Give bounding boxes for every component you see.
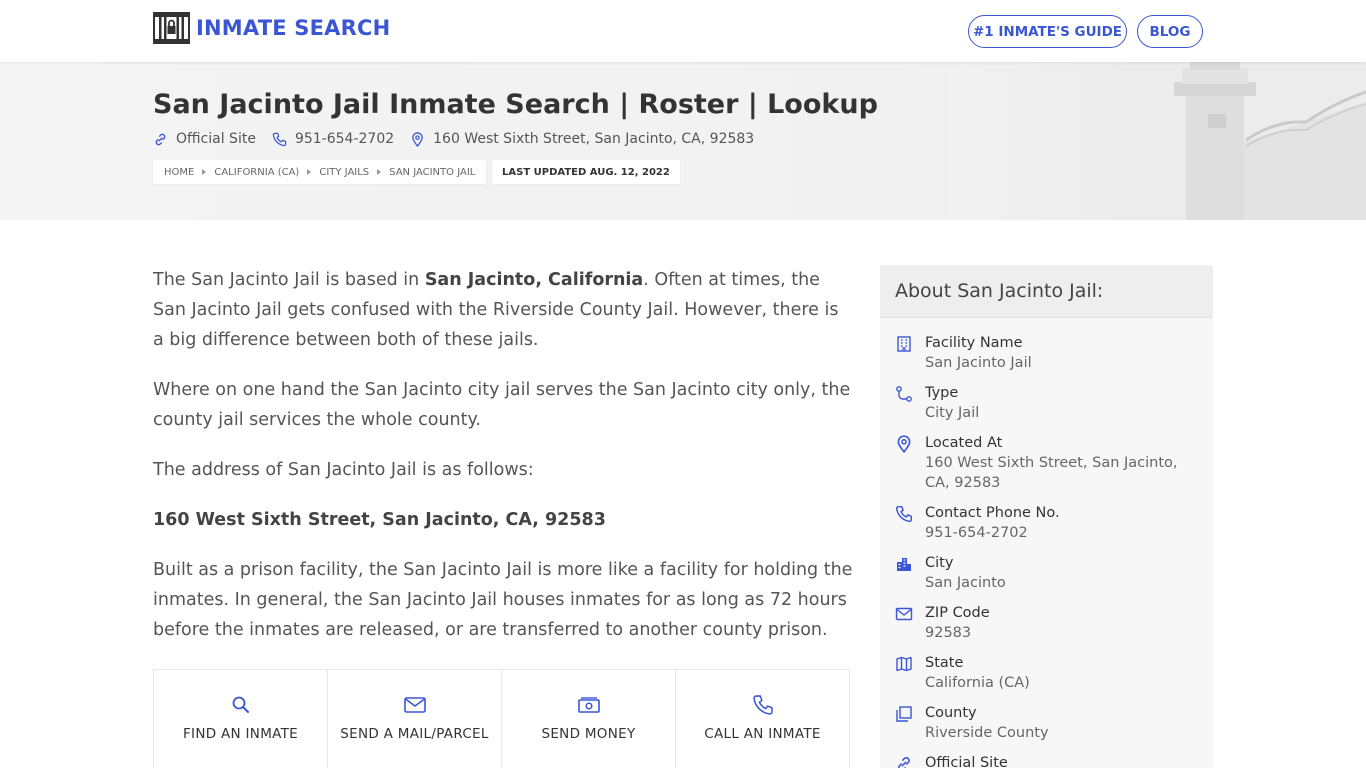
info-label: County xyxy=(925,705,977,721)
page-title: San Jacinto Jail Inmate Search | Roster … xyxy=(153,89,878,120)
page-hero: San Jacinto Jail Inmate Search | Roster … xyxy=(0,62,1366,220)
breadcrumb-separator-icon xyxy=(202,169,207,175)
action-cards: FIND AN INMATE SEND A MAIL/PARCEL SEND M… xyxy=(153,669,850,768)
phone-number: 951-654-2702 xyxy=(294,131,395,147)
info-value: 92583 xyxy=(925,625,972,641)
info-label: State xyxy=(925,655,964,671)
info-city: City San Jacinto xyxy=(895,553,1205,593)
info-value: Riverside County xyxy=(925,725,1049,741)
copy-icon xyxy=(896,706,912,722)
official-site-label: Official Site xyxy=(176,131,256,147)
intro-text-a: The San Jacinto Jail is based in xyxy=(153,270,425,290)
logo-text: INMATE SEARCH xyxy=(196,16,391,40)
envelope-icon xyxy=(895,607,913,621)
official-site-link[interactable]: Official Site xyxy=(153,131,256,147)
jail-logo-icon xyxy=(153,12,190,44)
find-inmate-card[interactable]: FIND AN INMATE xyxy=(154,670,328,768)
call-inmate-card[interactable]: CALL AN INMATE xyxy=(676,670,849,768)
info-state: State California (CA) xyxy=(895,653,1205,693)
info-value: San Jacinto xyxy=(925,575,1006,591)
site-logo[interactable]: INMATE SEARCH xyxy=(153,12,390,44)
facility-meta-row: Official Site 951-654-2702 160 West Sixt… xyxy=(153,131,770,147)
last-updated-badge: LAST UPDATED AUG. 12, 2022 xyxy=(492,160,680,184)
info-facility-name: Facility Name San Jacinto Jail xyxy=(895,333,1205,373)
route-icon xyxy=(896,386,912,402)
address-text: 160 West Sixth Street, San Jacinto, CA, … xyxy=(433,131,755,147)
info-label: ZIP Code xyxy=(925,605,990,621)
info-label: City xyxy=(925,555,954,571)
call-inmate-label: CALL AN INMATE xyxy=(704,726,821,742)
info-label: Official Site xyxy=(925,755,1008,768)
address-paragraph: 160 West Sixth Street, San Jacinto, CA, … xyxy=(153,505,853,535)
article-body: The San Jacinto Jail is based in San Jac… xyxy=(153,265,853,665)
breadcrumb-separator-icon xyxy=(377,169,382,175)
top-navbar: INMATE SEARCH #1 INMATE'S GUIDE BLOG xyxy=(0,0,1366,62)
breadcrumb-city-jails[interactable]: CITY JAILS xyxy=(319,167,369,178)
breadcrumb-separator-icon xyxy=(307,169,312,175)
blog-button[interactable]: BLOG xyxy=(1137,15,1203,48)
money-icon xyxy=(577,697,600,713)
info-label: Facility Name xyxy=(925,335,1023,351)
inmates-guide-button[interactable]: #1 INMATE'S GUIDE xyxy=(968,15,1127,48)
info-official-site[interactable]: Official Site xyxy=(895,753,1205,768)
breadcrumb-california[interactable]: CALIFORNIA (CA) xyxy=(214,167,299,178)
info-label: Type xyxy=(925,385,959,401)
map-pin-icon xyxy=(897,435,911,454)
phone-link[interactable]: 951-654-2702 xyxy=(272,131,394,147)
info-county: County Riverside County xyxy=(895,703,1205,743)
address-link[interactable]: 160 West Sixth Street, San Jacinto, CA, … xyxy=(410,131,754,147)
send-money-card[interactable]: SEND MONEY xyxy=(502,670,676,768)
phone-icon xyxy=(272,132,287,146)
send-mail-label: SEND A MAIL/PARCEL xyxy=(340,726,489,742)
address-bold: 160 West Sixth Street, San Jacinto, CA, … xyxy=(153,510,606,530)
prison-tower-image xyxy=(946,62,1366,220)
send-mail-card[interactable]: SEND A MAIL/PARCEL xyxy=(328,670,502,768)
info-value: 951-654-2702 xyxy=(925,525,1028,541)
info-type: Type City Jail xyxy=(895,383,1205,423)
breadcrumb-home[interactable]: HOME xyxy=(164,167,194,178)
breadcrumb: HOME CALIFORNIA (CA) CITY JAILS SAN JACI… xyxy=(153,160,487,184)
breadcrumb-san-jacinto-jail[interactable]: SAN JACINTO JAIL xyxy=(389,167,475,178)
find-inmate-label: FIND AN INMATE xyxy=(182,726,299,742)
info-zip-code: ZIP Code 92583 xyxy=(895,603,1205,643)
info-value: City Jail xyxy=(925,405,980,421)
intro-location-bold: San Jacinto, California xyxy=(424,270,644,290)
info-label: Located At xyxy=(925,435,1003,451)
info-value: 160 West Sixth Street, San Jacinto, CA, … xyxy=(925,455,1178,491)
info-value: California (CA) xyxy=(925,675,1030,691)
intro-paragraph: The San Jacinto Jail is based in San Jac… xyxy=(153,265,853,355)
phone-icon xyxy=(895,505,913,523)
mail-icon xyxy=(403,697,426,713)
building-icon xyxy=(897,336,911,352)
comparison-paragraph: Where on one hand the San Jacinto city j… xyxy=(153,380,851,430)
facility-paragraph: Built as a prison facility, the San Jaci… xyxy=(153,560,853,640)
link-icon xyxy=(155,133,166,145)
link-icon xyxy=(898,757,910,768)
send-money-label: SEND MONEY xyxy=(541,726,636,742)
address-intro-paragraph: The address of San Jacinto Jail is as fo… xyxy=(153,460,534,480)
search-icon xyxy=(232,696,249,713)
map-icon xyxy=(896,656,912,672)
about-sidebar: About San Jacinto Jail: Facility Name San… xyxy=(880,265,1213,768)
info-value: San Jacinto Jail xyxy=(925,355,1032,371)
info-label: Contact Phone No. xyxy=(925,505,1060,521)
map-pin-icon xyxy=(412,131,423,147)
phone-icon xyxy=(752,695,773,715)
sidebar-title: About San Jacinto Jail: xyxy=(880,265,1213,318)
info-contact-phone: Contact Phone No. 951-654-2702 xyxy=(895,503,1205,543)
info-located-at: Located At 160 West Sixth Street, San Jac… xyxy=(895,433,1205,493)
city-icon xyxy=(897,558,911,571)
